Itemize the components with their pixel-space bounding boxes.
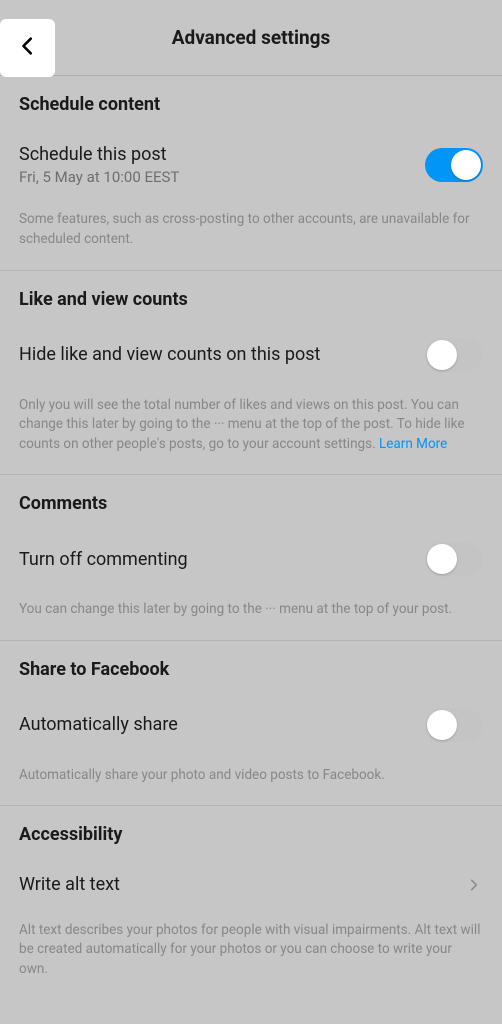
section-schedule: Schedule content Schedule this post Fri,… — [0, 76, 502, 271]
option-label: Hide like and view counts on this post — [19, 343, 413, 366]
chevron-left-icon — [17, 35, 39, 61]
header: Advanced settings — [0, 0, 502, 76]
toggle-knob — [427, 544, 457, 574]
option-label: Schedule this post — [19, 143, 413, 166]
toggle-schedule-post[interactable] — [425, 148, 483, 182]
option-label: Write alt text — [19, 873, 453, 896]
section-description: You can change this later by going to th… — [19, 600, 483, 620]
section-description: Alt text describes your photos for peopl… — [19, 921, 483, 980]
toggle-knob — [427, 340, 457, 370]
option-label: Turn off commenting — [19, 548, 413, 571]
toggle-knob — [427, 710, 457, 740]
section-title-facebook: Share to Facebook — [19, 659, 483, 680]
option-write-alt-text[interactable]: Write alt text — [19, 873, 483, 896]
section-title-schedule: Schedule content — [19, 94, 483, 115]
page-title: Advanced settings — [0, 26, 502, 49]
section-title-comments: Comments — [19, 493, 483, 514]
section-description: Only you will see the total number of li… — [19, 396, 483, 455]
toggle-knob — [451, 150, 481, 180]
section-facebook: Share to Facebook Automatically share Au… — [0, 641, 502, 807]
section-description: Automatically share your photo and video… — [19, 766, 483, 786]
learn-more-link[interactable]: Learn More — [379, 436, 447, 452]
option-label: Automatically share — [19, 713, 413, 736]
option-turn-off-commenting: Turn off commenting — [19, 542, 483, 576]
option-auto-share: Automatically share — [19, 708, 483, 742]
toggle-auto-share[interactable] — [425, 708, 483, 742]
back-button[interactable] — [0, 19, 55, 77]
toggle-commenting[interactable] — [425, 542, 483, 576]
option-schedule-post: Schedule this post Fri, 5 May at 10:00 E… — [19, 143, 483, 186]
section-title-accessibility: Accessibility — [19, 824, 483, 845]
section-title-likes: Like and view counts — [19, 289, 483, 310]
section-description: Some features, such as cross-posting to … — [19, 210, 483, 249]
section-accessibility: Accessibility Write alt text Alt text de… — [0, 806, 502, 999]
section-likes: Like and view counts Hide like and view … — [0, 271, 502, 476]
option-subtext: Fri, 5 May at 10:00 EEST — [19, 168, 413, 186]
section-comments: Comments Turn off commenting You can cha… — [0, 475, 502, 641]
chevron-right-icon — [465, 876, 483, 894]
option-hide-likes: Hide like and view counts on this post — [19, 338, 483, 372]
toggle-hide-likes[interactable] — [425, 338, 483, 372]
